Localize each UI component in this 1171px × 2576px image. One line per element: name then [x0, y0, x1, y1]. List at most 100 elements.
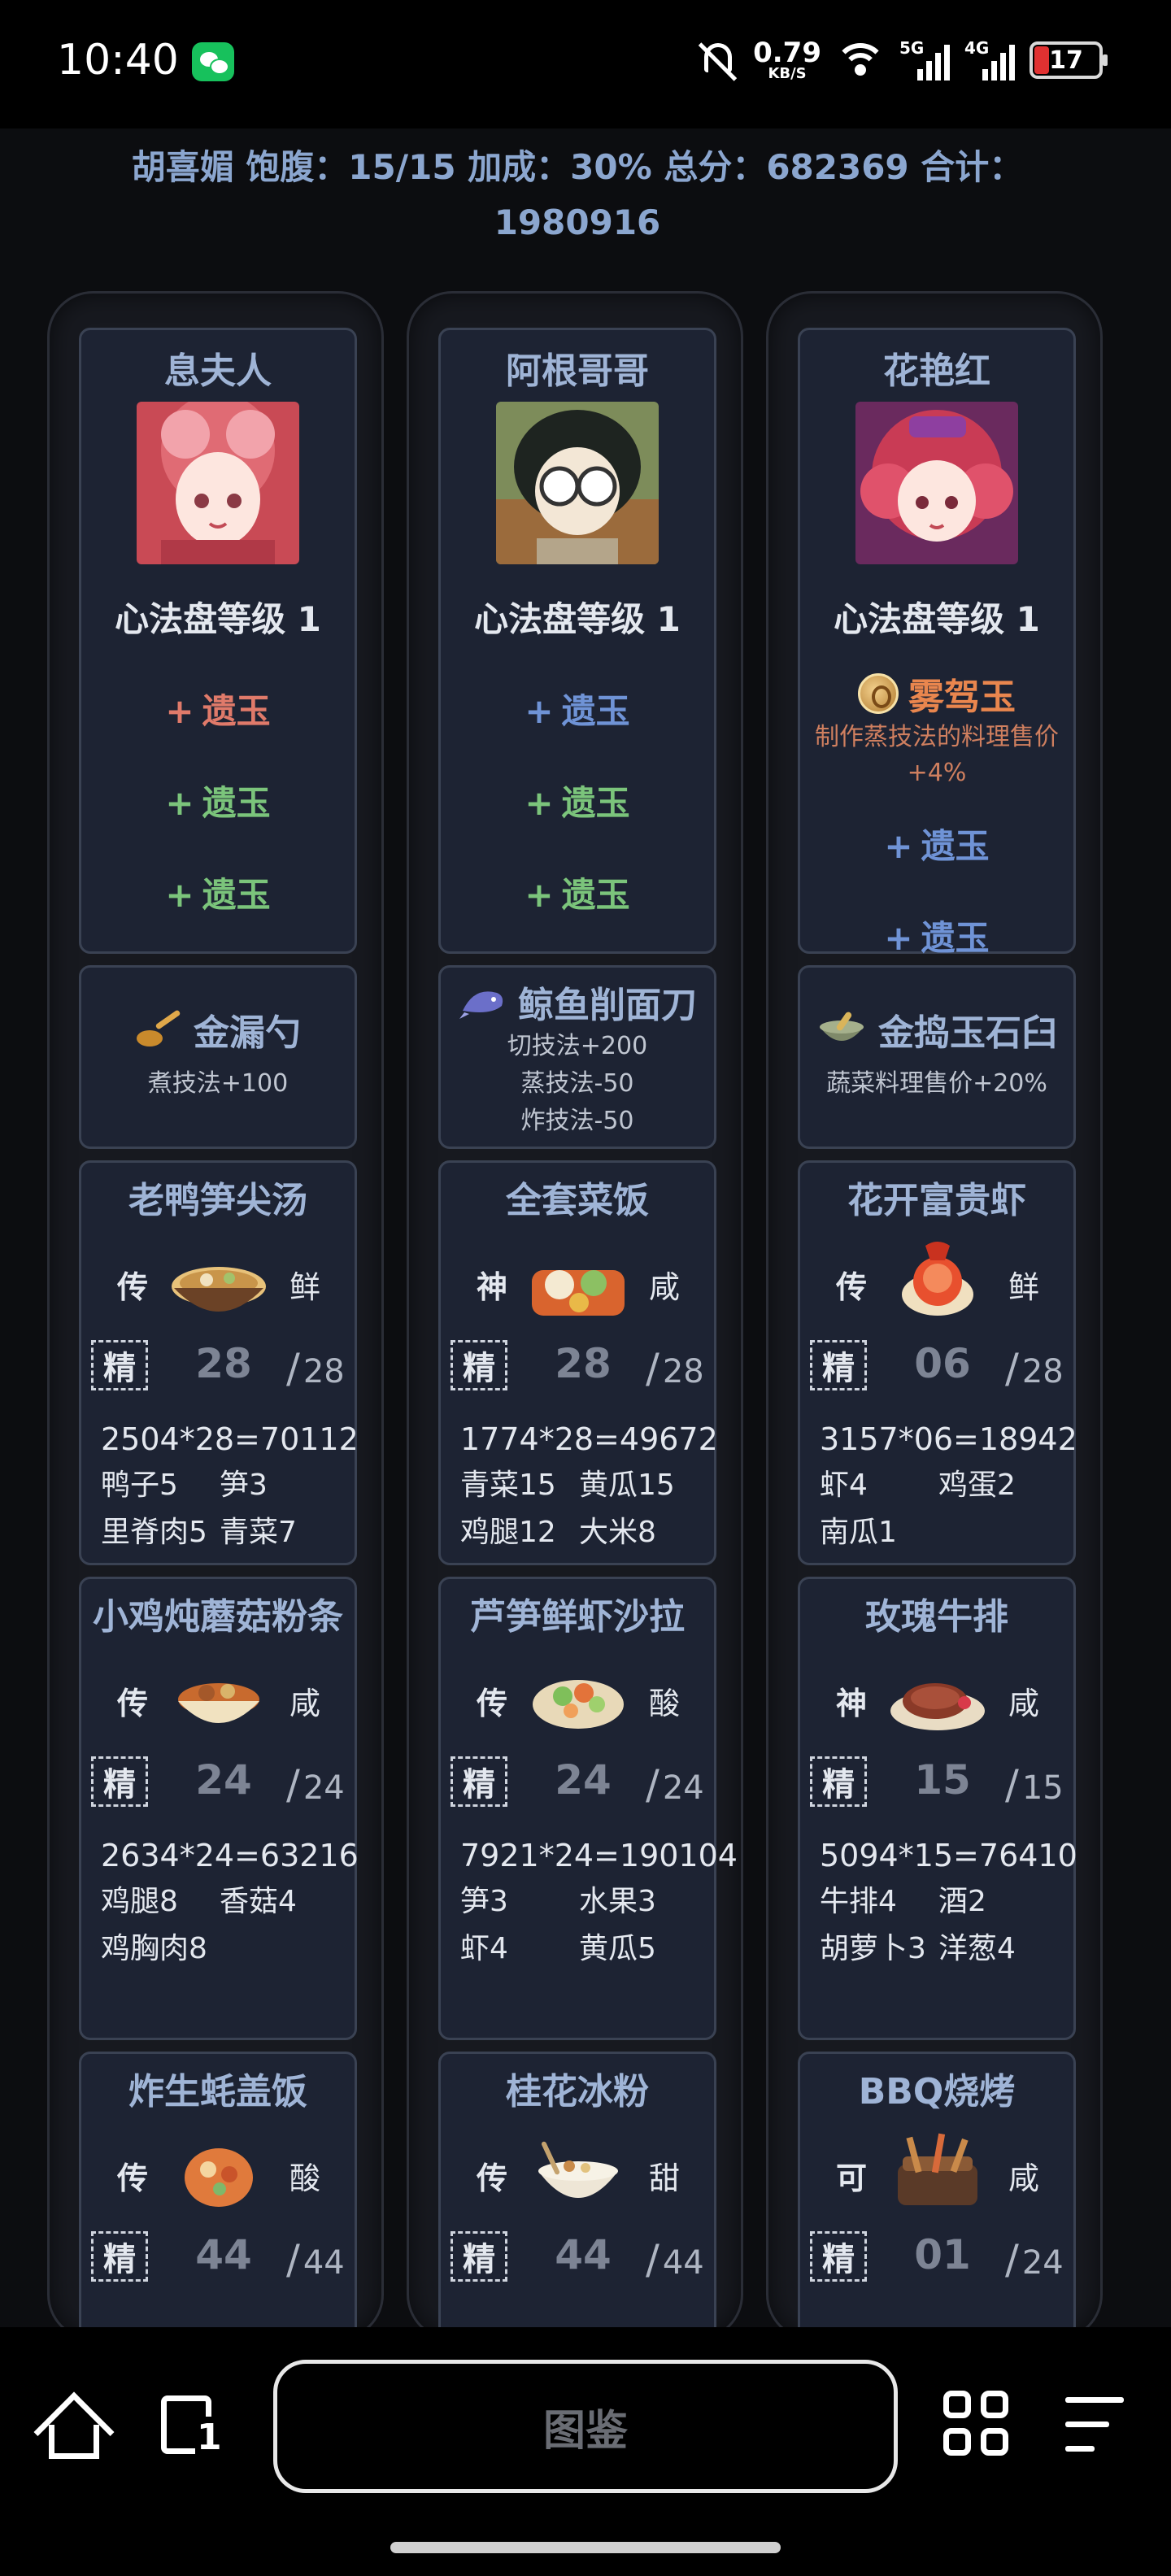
- relic-slot[interactable]: + 遗玉: [441, 684, 714, 733]
- quantity-max: /15: [1005, 1761, 1064, 1808]
- dish-name: 芦笋鲜虾沙拉: [470, 1596, 685, 1638]
- tool-name: 鲸鱼削面刀: [518, 985, 697, 1026]
- quantity-input[interactable]: 44: [530, 2231, 636, 2278]
- dish-flavor: 咸: [648, 1269, 680, 1305]
- quantity-input[interactable]: 06: [890, 1340, 995, 1387]
- dish-name: BBQ烧烤: [858, 2071, 1016, 2113]
- ingredient: 鸭子5: [101, 1469, 178, 1502]
- ingredient: 南瓜1: [820, 1516, 897, 1549]
- kitchen-tool-card[interactable]: 鲸鱼削面刀 切技法+200 蒸技法-50 炸技法-50: [438, 965, 716, 1149]
- home-indicator[interactable]: [390, 2542, 781, 2553]
- ingredient: 黄瓜5: [579, 1932, 656, 1965]
- ingredient: 牛排4: [820, 1885, 897, 1918]
- quantity-input[interactable]: 24: [171, 1756, 276, 1804]
- kitchen-tool-card[interactable]: 金漏勺 煮技法+100: [79, 965, 357, 1149]
- shrimp-dish-icon: [902, 1242, 973, 1316]
- ingredient: 虾4: [820, 1469, 868, 1502]
- quantity-input[interactable]: 24: [530, 1756, 636, 1804]
- dish-card[interactable]: 芦笋鲜虾沙拉 传 酸 精 24 /24 7921*24=190104 笋3 水果…: [438, 1577, 738, 2040]
- chef-avatar: [496, 402, 659, 564]
- relic-slot[interactable]: + 遗玉: [441, 776, 714, 825]
- dish-rarity: 传: [477, 1686, 508, 1721]
- dish-score: 5094*15=76410: [820, 1838, 1077, 1873]
- chef-name: 花艳红: [883, 350, 990, 392]
- dish-score: 7921*24=190104: [460, 1838, 738, 1873]
- dish-rarity: 神: [477, 1269, 508, 1305]
- ingredient: 笋3: [460, 1885, 508, 1918]
- dish-flavor: 甜: [648, 2160, 680, 2196]
- dish-card[interactable]: 老鸭笋尖汤 传 鲜 精 28 /28 2504*28=70112 鸭子5 笋3 …: [79, 1160, 359, 1565]
- menu-icon[interactable]: [1065, 2397, 1130, 2454]
- soup-bowl-icon: [172, 1267, 266, 1312]
- tabs-icon[interactable]: 1: [158, 2392, 224, 2461]
- quantity-max: /28: [286, 1345, 345, 1392]
- apps-icon[interactable]: [943, 2391, 1012, 2459]
- quantity-max: /24: [286, 1761, 345, 1808]
- status-icons: 0.79 KB/S 5G 4G 17: [698, 36, 1108, 85]
- ingredient: 黄瓜15: [579, 1469, 675, 1502]
- tool-name: 金捣玉石臼: [878, 1012, 1057, 1054]
- chef-card[interactable]: 息夫人 心法盘等级 1 + 遗玉 + 遗玉 + 遗玉: [79, 328, 357, 954]
- jing-toggle[interactable]: 精: [91, 1756, 148, 1807]
- quantity-max: /28: [1005, 1345, 1064, 1392]
- dish-name: 炸生蚝盖饭: [128, 2071, 307, 2113]
- dish-card[interactable]: 全套菜饭 神 咸 精 28 /28 1774*28=49672 青菜15 黄瓜1…: [438, 1160, 718, 1565]
- jing-toggle[interactable]: 精: [91, 2231, 148, 2282]
- dish-rarity: 传: [836, 1269, 868, 1305]
- quantity-input[interactable]: 44: [171, 2231, 276, 2278]
- jing-toggle[interactable]: 精: [91, 1340, 148, 1390]
- dish-card[interactable]: 小鸡炖蘑菇粉条 传 咸 精 24 /24 2634*24=63216 鸡腿8 香…: [79, 1577, 359, 2040]
- jing-toggle[interactable]: 精: [810, 1756, 867, 1807]
- dish-flavor: 鲜: [289, 1269, 320, 1305]
- relic-slot[interactable]: + 遗玉: [441, 868, 714, 917]
- ingredient: 大米8: [579, 1516, 656, 1549]
- quantity-input[interactable]: 01: [890, 2231, 995, 2278]
- chef-column-3: 花艳红 心法盘等级 1 雾驾玉 制作蒸技法的料理售价+4% +遗玉 +遗玉: [766, 291, 1103, 2377]
- tool-effect: 煮技法+100: [147, 1069, 289, 1098]
- dish-card[interactable]: 花开富贵虾 传 鲜 精 06 /28 3157*06=18942 虾4 鸡蛋2 …: [798, 1160, 1077, 1565]
- relic-slot[interactable]: + 遗玉: [81, 684, 355, 733]
- dish-score: 2634*24=63216: [101, 1838, 359, 1873]
- relic-slot[interactable]: + 遗玉: [800, 911, 1073, 960]
- chef-column-1: 息夫人 心法盘等级 1 + 遗玉 + 遗玉 + 遗玉 金漏勺 煮技法+100 老…: [47, 291, 384, 2377]
- quantity-input[interactable]: 28: [171, 1340, 276, 1387]
- quantity-max: /44: [646, 2236, 704, 2283]
- wechat-icon: [192, 42, 234, 81]
- jing-toggle[interactable]: 精: [810, 2231, 867, 2282]
- quantity-input[interactable]: 15: [890, 1756, 995, 1804]
- chef-card[interactable]: 阿根哥哥 心法盘等级 1 + 遗玉 + 遗玉 + 遗玉: [438, 328, 716, 954]
- relic-slot[interactable]: 雾驾玉: [800, 668, 1073, 720]
- catalog-button[interactable]: 图鉴: [273, 2360, 898, 2493]
- tool-effect: 蒸技法-50: [520, 1069, 634, 1098]
- kitchen-tool-card[interactable]: 金捣玉石臼 蔬菜料理售价+20%: [798, 965, 1076, 1149]
- chef-avatar: [855, 402, 1018, 564]
- jing-toggle[interactable]: 精: [451, 1756, 507, 1807]
- quantity-max: /24: [1005, 2236, 1064, 2283]
- relic-slot[interactable]: + 遗玉: [800, 819, 1073, 868]
- home-icon[interactable]: [33, 2391, 115, 2473]
- jing-toggle[interactable]: 精: [451, 2231, 507, 2282]
- ingredient: 酒2: [938, 1885, 986, 1918]
- quantity-input[interactable]: 28: [530, 1340, 636, 1387]
- ingredient: 鸡腿8: [101, 1885, 178, 1918]
- steak-icon: [890, 1683, 985, 1730]
- tool-effect: 切技法+200: [507, 1032, 648, 1060]
- dish-card[interactable]: 玫瑰牛排 神 咸 精 15 /15 5094*15=76410 牛排4 酒2 胡…: [798, 1577, 1077, 2040]
- mute-icon: [698, 38, 738, 82]
- relic-slot[interactable]: + 遗玉: [81, 776, 355, 825]
- relic-slot[interactable]: + 遗玉: [81, 868, 355, 917]
- dish-rarity: 神: [836, 1686, 868, 1721]
- rice-bowl-icon: [185, 2148, 253, 2207]
- chef-column-2: 阿根哥哥 心法盘等级 1 + 遗玉 + 遗玉 + 遗玉 鲸鱼削面刀 切技法+20…: [407, 291, 743, 2377]
- jing-toggle[interactable]: 精: [451, 1340, 507, 1390]
- chef-card[interactable]: 花艳红 心法盘等级 1 雾驾玉 制作蒸技法的料理售价+4% + 遗玉 + 遗玉: [798, 328, 1076, 958]
- dish-name: 桂花冰粉: [506, 2071, 649, 2113]
- bottom-nav: 1 图鉴: [0, 2327, 1171, 2576]
- jing-toggle[interactable]: 精: [810, 1340, 867, 1390]
- network-speed: 0.79 KB/S: [753, 37, 821, 82]
- dish-rarity: 传: [117, 1686, 149, 1721]
- ingredient-list: 鸡腿8 香菇4 鸡胸肉8: [81, 1878, 355, 1973]
- ingredient: 笋3: [220, 1469, 268, 1502]
- wifi-icon: [836, 41, 885, 79]
- ingredient: 青菜15: [460, 1469, 556, 1502]
